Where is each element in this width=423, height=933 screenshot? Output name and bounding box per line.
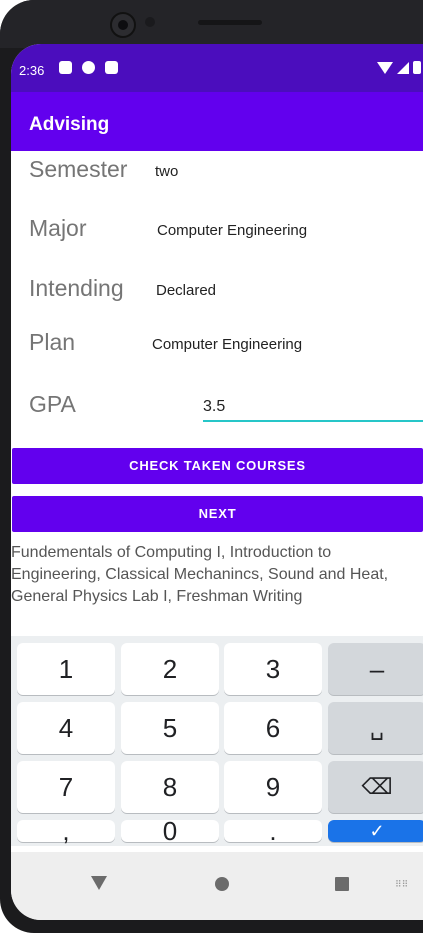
key-0[interactable]: 0 [121, 818, 219, 844]
wifi-icon [377, 61, 393, 74]
gpa-input-value[interactable]: 3.5 [203, 398, 225, 416]
key-3[interactable]: 3 [224, 643, 322, 695]
key-6[interactable]: 6 [224, 702, 322, 754]
key-8[interactable]: 8 [121, 761, 219, 813]
check-taken-courses-button[interactable]: CHECK TAKEN COURSES [12, 448, 423, 484]
status-bar: 2:36 [11, 44, 423, 92]
key-4[interactable]: 4 [17, 702, 115, 754]
semester-value: two [155, 163, 179, 180]
semester-label: Semester [29, 156, 128, 182]
phone-device: 2:36 Advising Semester two Major Compute… [0, 0, 423, 933]
phone-bezel [0, 0, 423, 48]
numeric-keyboard: 1 2 3 – 4 5 6 ␣ 7 8 9 ⌫ , 0 . ✓ [11, 636, 423, 846]
keyboard-switch-icon[interactable]: ⠿⠿ [395, 879, 408, 890]
courses-text: Fundementals of Computing I, Introductio… [11, 544, 389, 605]
key-9[interactable]: 9 [224, 761, 322, 813]
front-camera-icon [110, 12, 136, 38]
proximity-sensor-icon [145, 17, 155, 27]
battery-icon [413, 61, 421, 74]
app-screen: 2:36 Advising Semester two Major Compute… [11, 44, 423, 920]
sd-card-icon [105, 61, 118, 74]
notification-a-icon [59, 61, 72, 74]
earpiece-speaker [198, 20, 262, 25]
signal-icon [397, 61, 409, 74]
navigation-bar: ⠿⠿ [11, 852, 423, 920]
key-1[interactable]: 1 [17, 643, 115, 695]
app-bar: Advising [11, 92, 423, 151]
notification-b-icon [82, 61, 95, 74]
status-left-icons [59, 61, 118, 74]
key-minus[interactable]: – [328, 643, 423, 695]
status-right-icons [377, 61, 421, 74]
key-5[interactable]: 5 [121, 702, 219, 754]
plan-value: Computer Engineering [152, 336, 303, 353]
space-key-icon[interactable]: ␣ [328, 702, 423, 754]
key-period[interactable]: . [224, 818, 322, 844]
intending-value: Declared [156, 282, 217, 299]
recents-icon[interactable] [335, 877, 349, 891]
plan-label: Plan [29, 329, 76, 355]
next-button[interactable]: NEXT [12, 496, 423, 532]
home-icon[interactable] [215, 877, 229, 891]
key-comma[interactable]: , [17, 818, 115, 844]
key-2[interactable]: 2 [121, 643, 219, 695]
back-icon[interactable] [91, 876, 107, 890]
intending-label: Intending [29, 275, 124, 301]
key-7[interactable]: 7 [17, 761, 115, 813]
done-key-icon[interactable]: ✓ [328, 820, 423, 842]
gpa-input[interactable] [203, 384, 423, 422]
gpa-label: GPA [29, 391, 76, 417]
backspace-key-icon[interactable]: ⌫ [328, 761, 423, 813]
major-value: Computer Engineering [157, 222, 308, 239]
status-time: 2:36 [19, 63, 45, 78]
app-title: Advising [29, 114, 110, 135]
major-label: Major [29, 215, 87, 241]
